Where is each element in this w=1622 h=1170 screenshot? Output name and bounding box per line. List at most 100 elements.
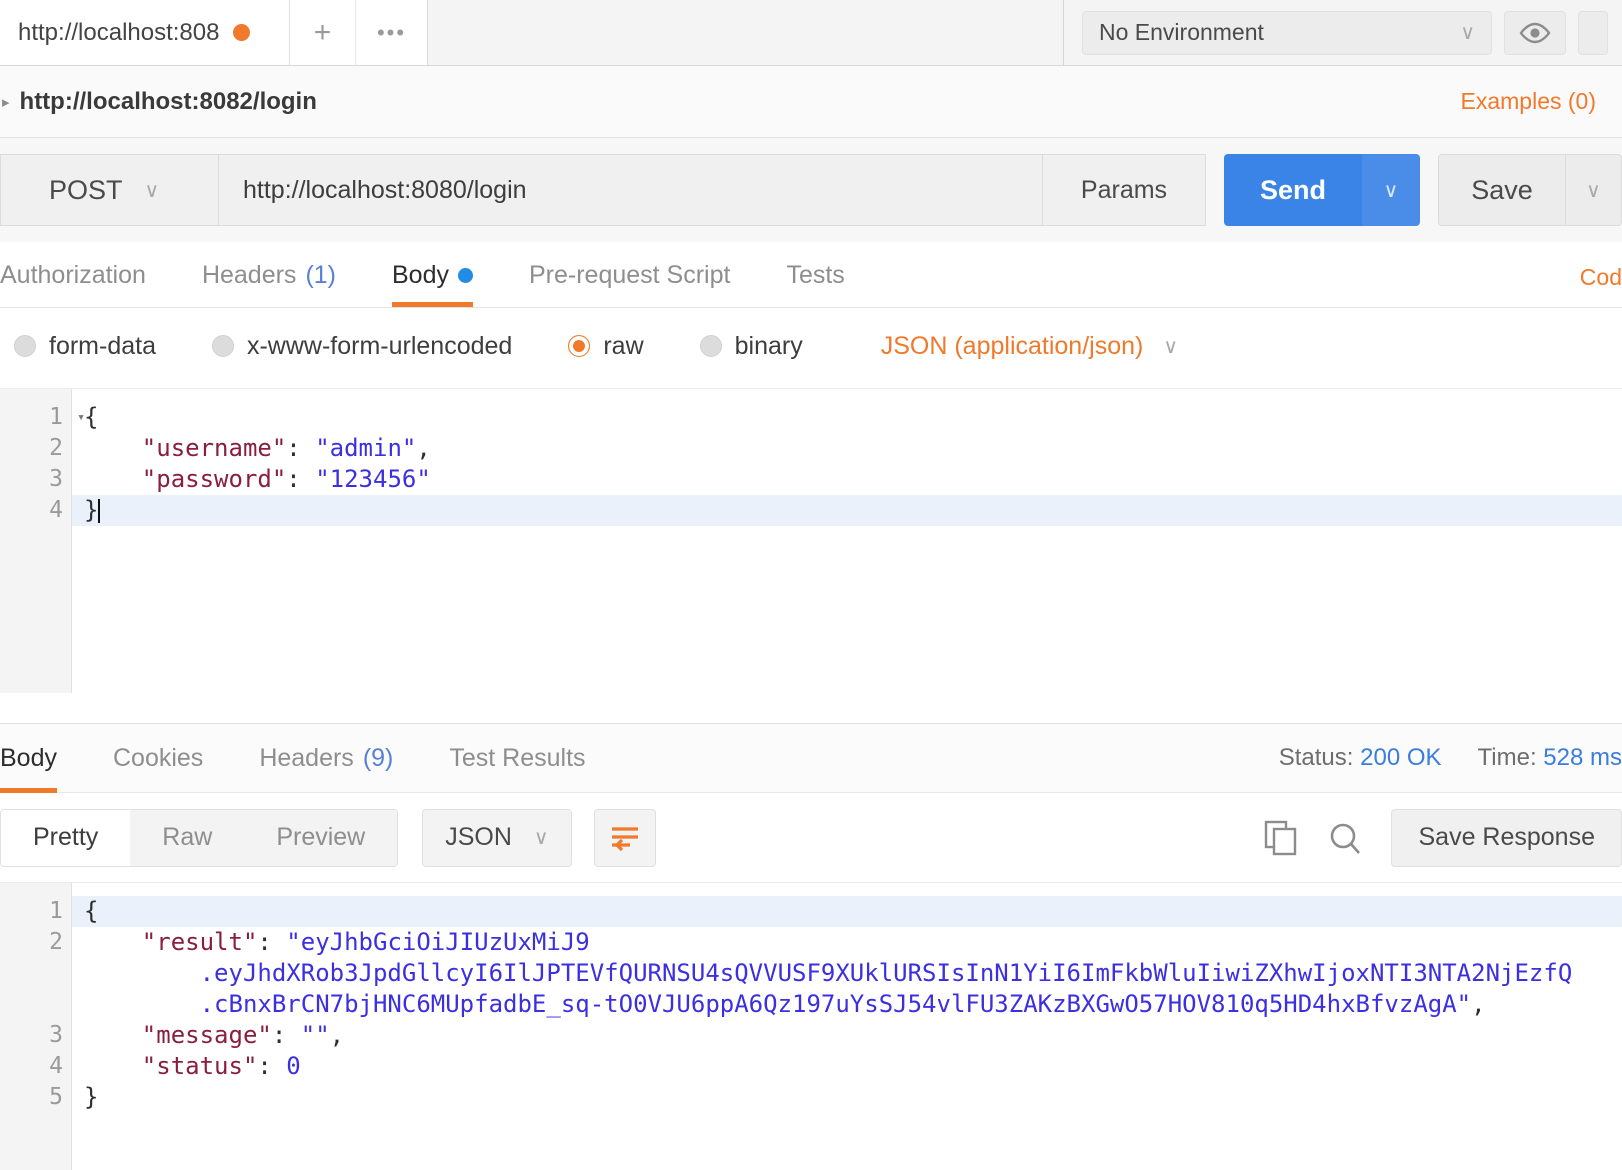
breadcrumb: ▸ http://localhost:8082/login Examples (…	[0, 66, 1622, 138]
line-number: 2	[49, 435, 63, 461]
view-mode-raw[interactable]: Raw	[130, 809, 245, 866]
environment-selector[interactable]: No Environment ∨	[1082, 10, 1492, 55]
line-number: 1▾	[0, 896, 85, 927]
code-token: .cBnxBrCN7bjHNC6MUpfadbE_sq-tO0VJU6ppA6Q…	[84, 990, 1472, 1018]
text-cursor	[98, 499, 101, 523]
examples-link[interactable]: Examples (0)	[1461, 88, 1596, 115]
response-format-label: JSON	[445, 823, 512, 851]
tab-authorization[interactable]: Authorization	[0, 243, 174, 307]
radio-icon	[699, 335, 722, 357]
breadcrumb-expand-icon[interactable]: ▸	[2, 93, 10, 111]
code-line: {	[72, 402, 1622, 433]
response-tab-cookies[interactable]: Cookies	[85, 724, 231, 793]
save-options-button[interactable]: ∨	[1566, 154, 1622, 226]
code-token: "username"	[141, 434, 287, 462]
body-type-raw[interactable]: raw	[568, 332, 644, 361]
tab-pre-request-script[interactable]: Pre-request Script	[501, 243, 758, 307]
tab-body[interactable]: Body	[364, 243, 501, 307]
body-type-label: x-www-form-urlencoded	[246, 331, 513, 360]
search-response-button[interactable]	[1313, 809, 1377, 867]
save-response-button[interactable]: Save Response	[1391, 808, 1622, 867]
response-tab-test-results[interactable]: Test Results	[421, 724, 613, 793]
request-body-editor[interactable]: 1 ▾ 2 3 4 { "username": "admin", "password":…	[0, 388, 1622, 693]
response-body-viewer[interactable]: 1▾2 3 4 5 { "result": "eyJhbGciOiJIUzUxMiJ9…	[0, 883, 1622, 1170]
http-method-selector[interactable]: POST ∨	[0, 154, 218, 226]
request-url-input[interactable]: http://localhost:8080/login	[218, 154, 1043, 226]
status-label: Status:	[1278, 744, 1354, 771]
more-tabs-button[interactable]: •••	[356, 0, 428, 65]
environment-quick-look-button[interactable]	[1504, 10, 1566, 55]
code-token: "password"	[141, 465, 287, 493]
send-options-button[interactable]: ∨	[1362, 154, 1420, 226]
save-response-label: Save Response	[1418, 823, 1595, 851]
request-editor-code[interactable]: { "username": "admin", "password": "1234…	[72, 389, 1622, 693]
search-icon	[1331, 823, 1361, 854]
code-line: "password": "123456"	[72, 464, 1622, 495]
request-tab[interactable]: http://localhost:808	[0, 0, 290, 65]
chevron-down-icon: ∨	[1460, 22, 1475, 44]
wrap-lines-button[interactable]	[593, 808, 656, 867]
send-button[interactable]: Send	[1224, 154, 1362, 226]
environment-settings-button[interactable]	[1578, 10, 1608, 55]
code-line: }	[72, 1082, 1622, 1113]
radio-icon-selected	[568, 335, 591, 357]
status-value: 200 OK	[1360, 744, 1442, 771]
code-token: "result"	[141, 928, 258, 956]
code-token: }	[84, 496, 99, 524]
tab-headers[interactable]: Headers (1)	[174, 243, 364, 307]
code-token: "status"	[141, 1052, 258, 1080]
code-link[interactable]: Cod	[1580, 264, 1622, 307]
postman-window: http://localhost:808 + ••• No Environmen…	[0, 0, 1622, 1170]
body-type-form-data[interactable]: form-data	[14, 332, 156, 361]
environment-label: No Environment	[1099, 19, 1264, 45]
code-token: {	[84, 897, 99, 925]
line-number: 5	[49, 1084, 63, 1110]
code-line: "status": 0	[72, 1051, 1622, 1082]
time-value: 528 ms	[1543, 744, 1622, 771]
new-tab-button[interactable]: +	[290, 0, 356, 65]
save-button[interactable]: Save	[1438, 154, 1566, 226]
body-type-urlencoded[interactable]: x-www-form-urlencoded	[211, 331, 513, 361]
view-mode-pretty[interactable]: Pretty	[1, 809, 131, 866]
code-token: :	[286, 465, 316, 493]
tab-label: Body	[0, 743, 57, 772]
line-number: 3	[49, 1022, 63, 1048]
body-type-binary[interactable]: binary	[699, 332, 803, 361]
chevron-down-icon: ∨	[1383, 179, 1399, 202]
chevron-down-icon: ∨	[533, 827, 549, 849]
code-token: .eyJhdXRob3JpdGllcyI6IlJPTEVfQURNSU4sQVV…	[84, 959, 1573, 987]
status-badge: Status: 200 OK	[1279, 744, 1442, 772]
http-method-label: POST	[49, 174, 123, 205]
tab-label: Headers	[201, 260, 297, 289]
tab-label: Headers	[259, 743, 354, 772]
response-tab-body[interactable]: Body	[0, 724, 85, 793]
tab-tests[interactable]: Tests	[758, 243, 872, 307]
response-editor-code[interactable]: { "result": "eyJhbGciOiJIUzUxMiJ9 .eyJhd…	[72, 883, 1622, 1170]
body-type-label: form-data	[49, 331, 156, 360]
tab-strip: http://localhost:808 + ••• No Environmen…	[0, 0, 1622, 66]
line-number: 4	[49, 497, 63, 523]
params-button[interactable]: Params	[1043, 154, 1206, 226]
page-title: http://localhost:8082/login	[19, 87, 317, 115]
code-token: :	[257, 1052, 287, 1080]
tab-count: (1)	[305, 260, 336, 289]
response-format-selector[interactable]: JSON ∨	[422, 808, 572, 867]
send-button-group: Send ∨	[1224, 154, 1420, 226]
tab-label: Tests	[786, 260, 845, 289]
copy-icon	[1265, 820, 1297, 855]
code-token: "message"	[141, 1021, 272, 1049]
response-tab-headers[interactable]: Headers (9)	[231, 724, 421, 793]
response-section-tabs: Body Cookies Headers (9) Test Results St…	[0, 723, 1622, 793]
tab-label: Body	[392, 260, 449, 289]
content-type-label: JSON (application/json)	[880, 331, 1144, 360]
radio-icon	[211, 335, 234, 357]
code-token: "eyJhbGciOiJIUzUxMiJ9	[286, 928, 590, 956]
copy-response-button[interactable]	[1249, 809, 1313, 867]
request-editor-gutter: 1 ▾ 2 3 4	[0, 389, 85, 693]
line-number: 1▾	[0, 402, 85, 433]
ellipsis-icon: •••	[376, 19, 407, 45]
content-type-selector[interactable]: JSON (application/json) ∨	[881, 332, 1178, 361]
view-mode-preview[interactable]: Preview	[244, 809, 398, 866]
